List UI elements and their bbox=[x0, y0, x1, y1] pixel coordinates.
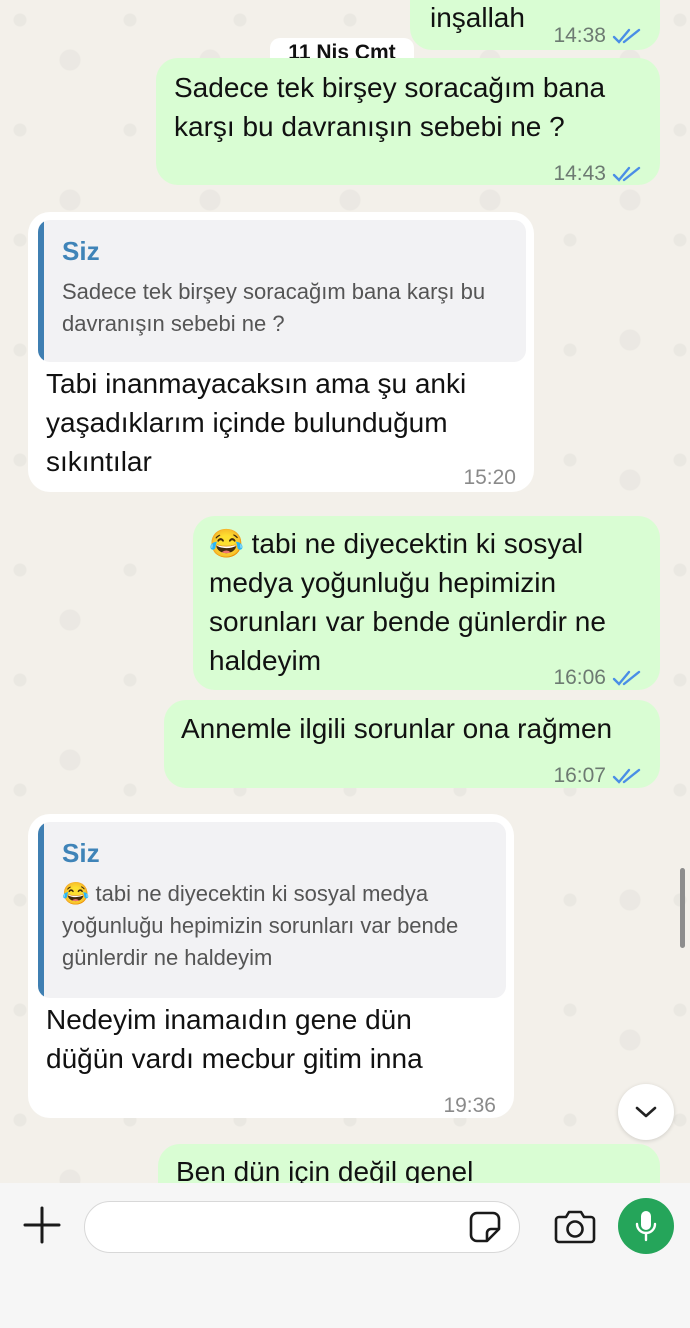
double-check-icon bbox=[612, 166, 641, 182]
message-text: Sadece tek birşey soracağım bana karşı b… bbox=[174, 72, 606, 142]
message-text: 😂 tabi ne diyecektin ki sosyal medya yoğ… bbox=[209, 528, 606, 676]
message-meta: 16:07 bbox=[553, 756, 642, 795]
scroll-to-bottom-button[interactable] bbox=[618, 1084, 674, 1140]
quote-text: 😂 tabi ne diyecektin ki sosyal medya yoğ… bbox=[62, 881, 459, 970]
double-check-icon bbox=[612, 670, 641, 686]
quote-sender: Siz bbox=[62, 236, 100, 266]
microphone-button[interactable] bbox=[618, 1198, 674, 1254]
double-check-icon bbox=[612, 768, 641, 784]
message-outgoing[interactable]: Sadece tek birşey soracağım bana karşı b… bbox=[156, 58, 660, 185]
microphone-icon bbox=[635, 1211, 657, 1242]
message-input[interactable] bbox=[103, 1202, 473, 1252]
message-text: Annemle ilgili sorunlar ona rağmen bbox=[181, 713, 613, 744]
reply-quote[interactable]: Siz Sadece tek birşey soracağım bana kar… bbox=[38, 220, 526, 362]
message-meta: 16:06 bbox=[553, 658, 642, 697]
message-meta: 14:38 bbox=[553, 16, 642, 55]
message-text: Nedeyim inamaıdın gene dün düğün vardı m… bbox=[46, 1004, 423, 1074]
message-time: 16:07 bbox=[553, 764, 606, 787]
chevron-down-icon bbox=[635, 1106, 657, 1118]
message-time: 16:06 bbox=[553, 666, 606, 689]
quote-sender: Siz bbox=[62, 838, 100, 868]
camera-icon[interactable] bbox=[554, 1208, 596, 1244]
chat-area[interactable]: inşallah 14:38 11 Nis Cmt Sadece tek bir… bbox=[0, 0, 690, 1183]
message-text: Ben dün için değil genel bbox=[176, 1156, 474, 1183]
scrollbar[interactable] bbox=[680, 868, 685, 948]
message-input-field[interactable] bbox=[84, 1201, 520, 1253]
quote-text: Sadece tek birşey soracağım bana karşı b… bbox=[62, 279, 486, 336]
message-outgoing[interactable]: Annemle ilgili sorunlar ona rağmen 16:07 bbox=[164, 700, 660, 788]
message-time: 15:20 bbox=[463, 466, 516, 489]
reply-quote[interactable]: Siz 😂 tabi ne diyecektin ki sosyal medya… bbox=[38, 822, 506, 998]
message-outgoing[interactable]: Ben dün için değil genel bbox=[158, 1144, 660, 1183]
message-time: 19:36 bbox=[443, 1094, 496, 1117]
double-check-icon bbox=[612, 28, 641, 44]
message-outgoing[interactable]: inşallah 14:38 bbox=[410, 0, 660, 50]
message-time: 14:38 bbox=[553, 24, 606, 47]
message-incoming[interactable]: Siz Sadece tek birşey soracağım bana kar… bbox=[28, 212, 534, 492]
message-outgoing[interactable]: 😂 tabi ne diyecektin ki sosyal medya yoğ… bbox=[193, 516, 660, 690]
message-meta: 15:20 bbox=[463, 458, 516, 497]
message-text: Tabi inanmayacaksın ama şu anki yaşadıkl… bbox=[46, 368, 467, 477]
plus-icon[interactable] bbox=[22, 1205, 62, 1245]
sticker-icon[interactable] bbox=[468, 1210, 502, 1244]
message-text: inşallah bbox=[430, 2, 525, 33]
message-meta: 14:43 bbox=[553, 154, 642, 193]
message-meta: 19:36 bbox=[443, 1086, 496, 1125]
message-time: 14:43 bbox=[553, 162, 606, 185]
message-incoming[interactable]: Siz 😂 tabi ne diyecektin ki sosyal medya… bbox=[28, 814, 514, 1118]
